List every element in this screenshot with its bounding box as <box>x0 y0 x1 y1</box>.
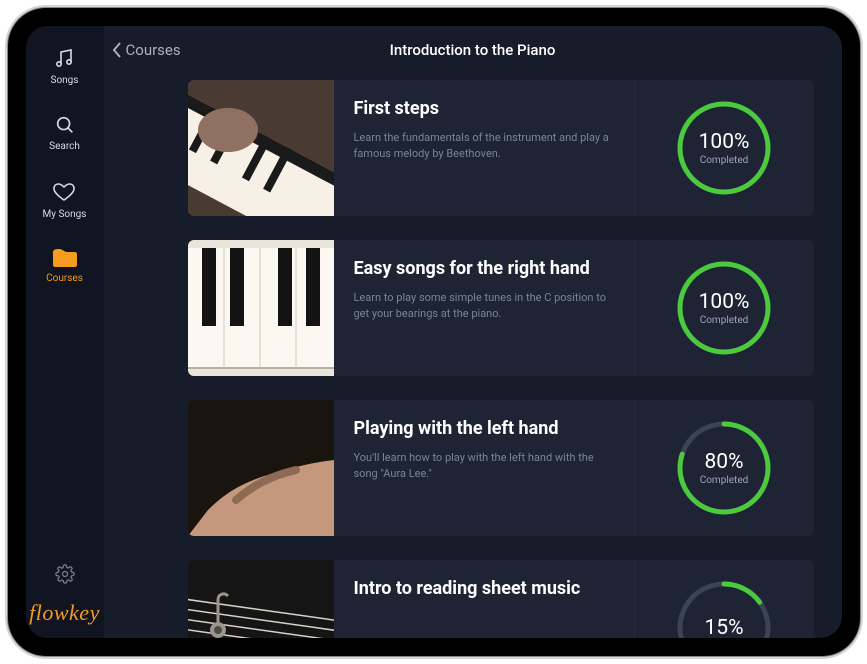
lesson-progress: 100% Completed <box>634 80 814 216</box>
lesson-body: Playing with the left hand You'll learn … <box>334 400 634 536</box>
header: Courses Introduction to the Piano <box>104 26 842 70</box>
app-screen: Songs Search My Songs Courses flowkey <box>26 26 842 638</box>
chevron-left-icon <box>110 41 124 59</box>
sidebar-bottom: flowkey <box>26 564 104 626</box>
progress-ring: 100% Completed <box>675 99 773 197</box>
sidebar-item-courses[interactable]: Courses <box>46 248 83 284</box>
sidebar-item-label: Search <box>49 141 80 152</box>
search-icon <box>54 114 76 136</box>
progress-value: 15% <box>705 616 744 639</box>
lesson-title: Intro to reading sheet music <box>354 578 614 600</box>
back-button[interactable]: Courses <box>110 41 181 59</box>
lesson-description: Learn to play some simple tunes in the C… <box>354 290 614 322</box>
lesson-description: You'll learn how to play with the left h… <box>354 450 614 482</box>
sidebar-item-label: My Songs <box>43 209 87 220</box>
lesson-card[interactable]: Playing with the left hand You'll learn … <box>188 400 814 536</box>
progress-label: Completed <box>700 315 749 326</box>
lesson-list[interactable]: First steps Learn the fundamentals of th… <box>104 70 842 638</box>
progress-value: 100% <box>699 290 750 314</box>
sidebar-item-label: Courses <box>46 273 83 284</box>
progress-label: Completed <box>700 475 749 486</box>
lesson-progress: 15% <box>634 560 814 638</box>
lesson-body: First steps Learn the fundamentals of th… <box>334 80 634 216</box>
back-label: Courses <box>126 41 181 59</box>
lesson-thumbnail <box>188 240 334 376</box>
lesson-body: Intro to reading sheet music <box>334 560 634 638</box>
sidebar-item-search[interactable]: Search <box>49 114 80 152</box>
sidebar-item-label: Songs <box>51 75 79 86</box>
progress-ring: 100% Completed <box>675 259 773 357</box>
sidebar-item-my-songs[interactable]: My Songs <box>43 180 87 220</box>
lesson-thumbnail <box>188 80 334 216</box>
progress-ring: 80% Completed <box>675 419 773 517</box>
lesson-card[interactable]: First steps Learn the fundamentals of th… <box>188 80 814 216</box>
lesson-progress: 100% Completed <box>634 240 814 376</box>
lesson-title: Playing with the left hand <box>354 418 614 440</box>
progress-ring: 15% <box>675 579 773 638</box>
piano-icon <box>52 248 78 268</box>
lesson-thumbnail <box>188 400 334 536</box>
lesson-card[interactable]: Easy songs for the right hand Learn to p… <box>188 240 814 376</box>
tablet-frame: Songs Search My Songs Courses flowkey <box>8 8 860 656</box>
flowkey-logo: flowkey <box>29 600 100 626</box>
lesson-title: Easy songs for the right hand <box>354 258 614 280</box>
lesson-card[interactable]: Intro to reading sheet music 15% <box>188 560 814 638</box>
lesson-progress: 80% Completed <box>634 400 814 536</box>
lesson-description: Learn the fundamentals of the instrument… <box>354 130 614 162</box>
lesson-thumbnail <box>188 560 334 638</box>
lesson-body: Easy songs for the right hand Learn to p… <box>334 240 634 376</box>
music-note-icon <box>52 46 76 70</box>
page-title: Introduction to the Piano <box>104 41 842 59</box>
main-pane: Courses Introduction to the Piano First … <box>104 26 842 638</box>
heart-icon <box>52 180 76 204</box>
progress-value: 80% <box>705 450 744 474</box>
sidebar-item-songs[interactable]: Songs <box>51 46 79 86</box>
progress-label: Completed <box>700 155 749 166</box>
settings-icon[interactable] <box>55 564 75 584</box>
progress-value: 100% <box>699 130 750 154</box>
lesson-title: First steps <box>354 98 614 120</box>
sidebar: Songs Search My Songs Courses flowkey <box>26 26 104 638</box>
